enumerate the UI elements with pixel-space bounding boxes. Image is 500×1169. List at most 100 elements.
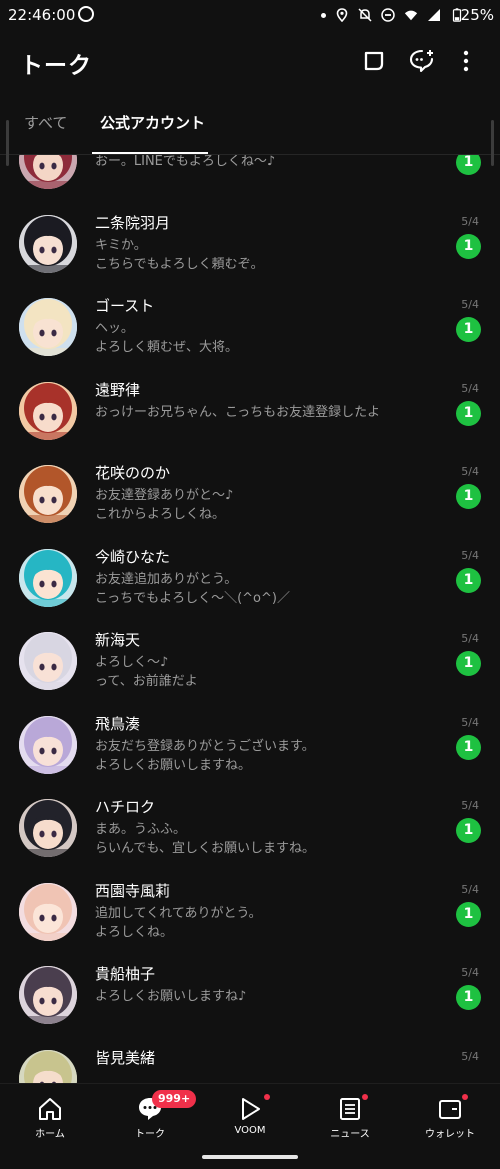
chat-date: 5/4 (461, 381, 479, 395)
app-header: トーク (0, 36, 500, 92)
chat-name: 西園寺風莉 (95, 881, 171, 900)
avatar (19, 155, 77, 189)
chat-list-item[interactable]: 西園寺風莉追加してくれてありがとう。 よろしくね。 5/4 1 (0, 869, 500, 953)
location-share-icon (78, 6, 94, 22)
tab-all[interactable]: すべて (24, 112, 67, 133)
wallet-notification-dot (462, 1094, 468, 1100)
nav-label-home: ホーム (35, 1129, 65, 1140)
dnd-icon (381, 8, 395, 22)
news-icon (340, 1098, 360, 1120)
chat-name: 花咲ののか (95, 464, 171, 482)
avatar (19, 298, 77, 356)
chat-list-item[interactable]: 飛鳥湊 お友だち登録ありがとうございます。 よろしくお願いしますね。 5/4 1 (0, 702, 500, 786)
chat-name: ゴースト (95, 297, 155, 315)
chat-last-message: よろしくお願いしますね♪ (95, 989, 247, 1004)
tab-official-accounts[interactable]: 公式アカウント (100, 112, 205, 133)
chat-list-item[interactable]: 新海天よろしく～♪ って、お前誰だよ 5/4 1 (0, 618, 500, 702)
chat-last-message: お友だち登録ありがとうございます。 よろしくお願いしますね。 (95, 738, 315, 773)
square-icon[interactable] (361, 48, 387, 74)
nav-voom[interactable]: VOOM (205, 1094, 295, 1136)
unread-badge: 1 (456, 901, 481, 927)
chat-list[interactable]: 馬庭芦花おー。LINEでもよろしくね～♪5/51二条院羽月キミか。 こちらでもよ… (0, 155, 500, 1083)
chat-name: 皆見美緒 (95, 1048, 156, 1067)
signal-icon (428, 9, 440, 21)
unread-badge: 1 (456, 651, 481, 676)
avatar (19, 465, 77, 523)
chat-name: 新海天 (95, 631, 141, 649)
chat-last-message: ヘッ。 よろしく頼むぜ、大将。 (95, 321, 239, 355)
chat-list-item[interactable]: 馬庭芦花おー。LINEでもよろしくね～♪5/51 (0, 155, 500, 201)
chat-last-message: お友達登録ありがと～♪ これからよろしくね。 (95, 488, 234, 522)
chat-list-item[interactable]: 遠野律おっけーお兄ちゃん、こっちもお友達登録したよ 5/4 1 (0, 368, 500, 452)
chat-date: 5/4 (461, 214, 479, 228)
status-icons (321, 6, 464, 24)
chat-list-item[interactable]: 貴船柚子よろしくお願いしますね♪ 5/4 1 (0, 952, 500, 1036)
avatar (19, 632, 77, 690)
chat-date: 5/4 (461, 799, 479, 812)
chat-date: 5/4 (461, 966, 479, 979)
avatar (19, 966, 77, 1024)
chat-list-item[interactable]: 皆見美緒 5/4 (0, 1036, 500, 1083)
nav-home[interactable]: ホーム (5, 1096, 95, 1140)
chat-date: 5/4 (461, 1049, 479, 1063)
unread-count-badge: 999+ (152, 1090, 197, 1108)
avatar (19, 1049, 77, 1083)
chat-last-message: 追加してくれてありがとう。 よろしくね。 (95, 905, 262, 940)
chat-name: ハチロク (95, 798, 156, 816)
avatar (19, 882, 77, 941)
chat-date: 5/4 (461, 548, 479, 562)
unread-badge: 1 (456, 734, 481, 760)
chat-date: 5/4 (461, 465, 479, 478)
unread-badge: 1 (456, 484, 481, 509)
tab-bar: すべて 公式アカウント (0, 104, 500, 155)
chat-name: 二条院羽月 (95, 213, 171, 232)
chat-last-message: キミか。 こちらでもよろしく頼むぞ。 (95, 237, 264, 272)
chat-list-item[interactable]: ゴーストヘッ。 よろしく頼むぜ、大将。 5/4 1 (0, 284, 500, 368)
voom-notification-dot (264, 1094, 270, 1100)
notification-dot-icon (321, 12, 326, 18)
nav-label-news: ニュース (330, 1129, 370, 1140)
chat-name: 遠野律 (95, 380, 141, 399)
play-icon (242, 1098, 260, 1120)
chat-name: 貴船柚子 (95, 965, 156, 983)
chat-date: 5/4 (461, 715, 479, 729)
avatar (19, 548, 77, 607)
unread-badge: 1 (456, 985, 481, 1010)
chat-list-item[interactable]: 今崎ひなた お友達追加ありがとう。 こっちでもよろしく～＼(^o^)／ 5/4 1 (0, 535, 500, 619)
chat-date: 5/4 (461, 632, 479, 645)
chat-list-item[interactable]: ハチロク まあ。うふふ。 らいんでも、宜しくお願いしますね。 5/4 1 (0, 785, 500, 869)
chat-last-message: おー。LINEでもよろしくね～♪ (95, 155, 276, 169)
nav-talk[interactable]: トーク 999+ (105, 1090, 197, 1140)
nav-label-voom: VOOM (234, 1125, 266, 1136)
chat-list-item[interactable]: 花咲ののかお友達登録ありがと～♪ これからよろしくね。 5/4 1 (0, 451, 500, 535)
unread-badge: 1 (456, 233, 481, 259)
nav-news[interactable]: ニュース (305, 1094, 395, 1140)
chat-date: 5/4 (461, 882, 479, 896)
home-icon (39, 1098, 61, 1120)
chat-last-message: よろしく～♪ って、お前誰だよ (95, 655, 198, 689)
status-bar: 22:46:00 25% (0, 0, 500, 30)
avatar (19, 214, 77, 273)
chat-last-message: おっけーお兄ちゃん、こっちもお友達登録したよ (95, 404, 381, 420)
unread-badge: 1 (456, 317, 481, 342)
mute-icon (358, 8, 372, 22)
chat-add-icon[interactable] (409, 48, 435, 74)
chat-date: 5/4 (461, 298, 479, 311)
battery-percent: 25% (460, 6, 494, 24)
wallet-icon (439, 1100, 461, 1119)
avatar (19, 799, 77, 857)
page-title: トーク (20, 53, 92, 79)
more-vert-icon[interactable] (453, 48, 479, 74)
chat-name: 今崎ひなた (95, 547, 171, 566)
nav-label-talk: トーク (135, 1129, 165, 1140)
nav-wallet[interactable]: ウォレット (405, 1094, 495, 1140)
unread-badge: 1 (456, 400, 481, 426)
unread-badge: 1 (456, 818, 481, 843)
chat-last-message: お友達追加ありがとう。 こっちでもよろしく～＼(^o^)／ (95, 571, 290, 606)
location-icon (336, 8, 348, 22)
unread-badge: 1 (456, 155, 481, 175)
nav-label-wallet: ウォレット (425, 1129, 475, 1140)
status-time: 22:46:00 (8, 6, 76, 24)
chat-list-item[interactable]: 二条院羽月キミか。 こちらでもよろしく頼むぞ。 5/4 1 (0, 201, 500, 285)
news-notification-dot (362, 1094, 368, 1100)
